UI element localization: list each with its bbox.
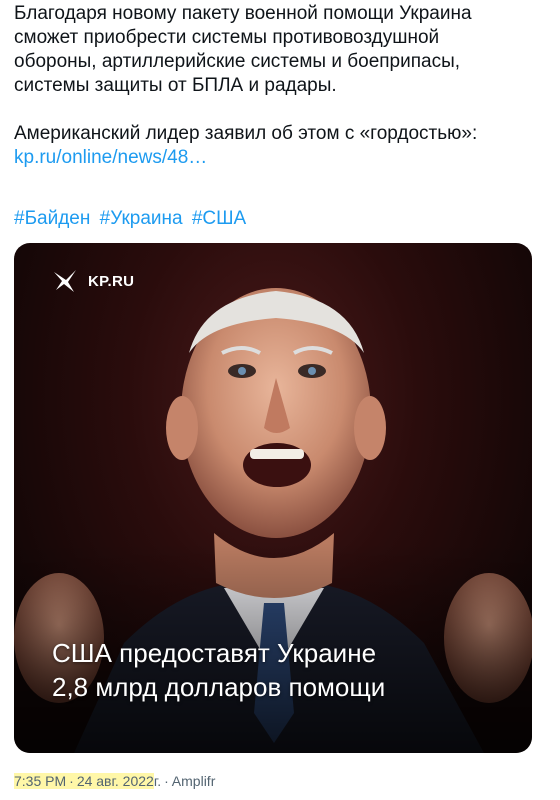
tweet-line: Благодаря новому пакету военной помощи У… xyxy=(14,3,472,24)
hashtag-biden[interactable]: #Байден xyxy=(14,208,90,229)
source-link[interactable]: Amplifr xyxy=(172,773,216,789)
tweet-text: Благодаря новому пакету военной помощи У… xyxy=(14,2,546,170)
tweet-second-paragraph: Американский лидер заявил об этом с «гор… xyxy=(14,123,478,144)
caption-line: 2,8 млрд долларов помощи xyxy=(52,672,386,702)
tweet-line: обороны, артиллерийские системы и боепри… xyxy=(14,51,461,72)
tweet-meta: 7:35 PM · 24 авг. 2022г. · Amplifr xyxy=(14,773,216,789)
kp-bird-logo-icon xyxy=(54,270,76,292)
timestamp[interactable]: 7:35 PM · 24 авг. 2022 xyxy=(14,773,154,789)
article-link[interactable]: kp.ru/online/news/48… xyxy=(14,147,207,168)
tweet-line: системы защиты от БПЛА и радары. xyxy=(14,75,337,96)
tweet-line: сможет приобрести системы противовоздушн… xyxy=(14,27,440,48)
caption-line: США предоставят Украине xyxy=(52,638,377,668)
hashtag-usa[interactable]: #США xyxy=(192,208,246,229)
tweet-date: 24 авг. 2022 xyxy=(76,773,154,789)
image-caption: США предоставят Украине 2,8 млрд долларо… xyxy=(52,636,522,704)
hashtag-ukraine[interactable]: #Украина xyxy=(100,208,183,229)
brand-name: KP.RU xyxy=(88,272,135,290)
tweet-media-image[interactable]: KP.RU США предоставят Украине 2,8 млрд д… xyxy=(14,243,532,753)
tweet-time: 7:35 PM xyxy=(14,773,67,789)
hashtag-list: #Байден #Украина #США xyxy=(14,207,250,231)
kp-brand: KP.RU xyxy=(52,268,134,294)
date-suffix: г. xyxy=(153,773,162,789)
